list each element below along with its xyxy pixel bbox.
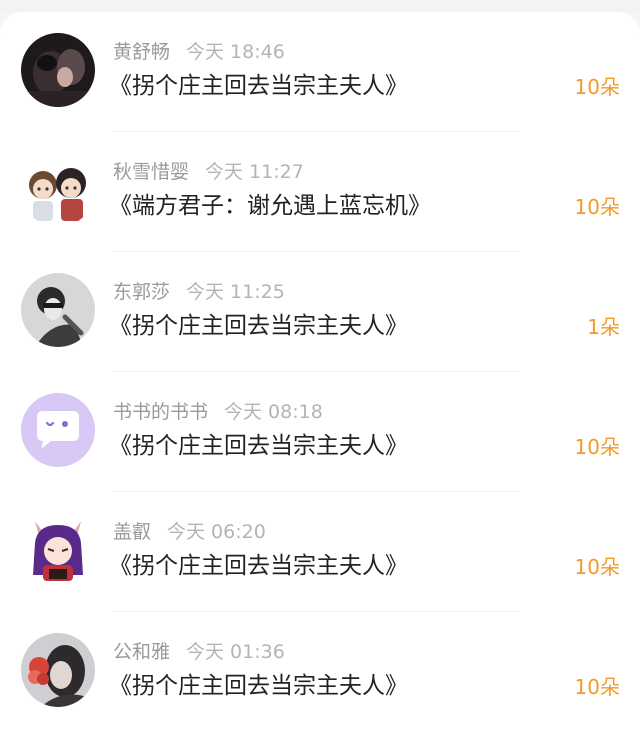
avatar[interactable] [21, 393, 95, 467]
book-title[interactable]: 《端方君子：谢允遇上蓝忘机》 [109, 191, 431, 221]
timestamp: 今天 11:25 [186, 281, 285, 303]
grayscale-portrait-avatar-icon [21, 273, 95, 347]
avatar[interactable] [21, 33, 95, 107]
gift-list: 黄舒畅 今天 18:46 《拐个庄主回去当宗主夫人》 10朵 秋雪惜婴 今天 11:… [0, 12, 640, 752]
sender-info: 盖叡 今天 06:20 [113, 520, 266, 544]
chat-bubble-avatar-icon [21, 393, 95, 467]
timestamp: 今天 06:20 [167, 521, 266, 543]
timestamp: 今天 18:46 [186, 41, 285, 63]
book-title[interactable]: 《拐个庄主回去当宗主夫人》 [109, 311, 408, 341]
sender-name[interactable]: 公和雅 [113, 641, 170, 663]
list-item[interactable]: 公和雅 今天 01:36 《拐个庄主回去当宗主夫人》 10朵 [0, 612, 640, 732]
book-title[interactable]: 《拐个庄主回去当宗主夫人》 [109, 431, 408, 461]
gift-amount: 10朵 [574, 195, 620, 219]
list-item[interactable]: 黄舒畅 今天 18:46 《拐个庄主回去当宗主夫人》 10朵 [0, 12, 640, 132]
sender-name[interactable]: 秋雪惜婴 [113, 161, 189, 183]
sender-info: 黄舒畅 今天 18:46 [113, 40, 285, 64]
sender-name[interactable]: 书书的书书 [113, 401, 208, 423]
flower-portrait-avatar-icon [21, 633, 95, 707]
book-title[interactable]: 《拐个庄主回去当宗主夫人》 [109, 671, 408, 701]
list-item[interactable]: 秋雪惜婴 今天 11:27 《端方君子：谢允遇上蓝忘机》 10朵 [0, 132, 640, 252]
gift-amount: 10朵 [574, 675, 620, 699]
timestamp: 今天 08:18 [224, 401, 323, 423]
gift-amount: 10朵 [574, 435, 620, 459]
timestamp: 今天 01:36 [186, 641, 285, 663]
timestamp: 今天 11:27 [205, 161, 304, 183]
book-title[interactable]: 《拐个庄主回去当宗主夫人》 [109, 71, 408, 101]
gift-amount: 10朵 [574, 75, 620, 99]
avatar[interactable] [21, 633, 95, 707]
chibi-couple-avatar-icon [21, 153, 95, 227]
sender-name[interactable]: 黄舒畅 [113, 41, 170, 63]
gift-amount: 10朵 [574, 555, 620, 579]
list-item[interactable]: 书书的书书 今天 08:18 《拐个庄主回去当宗主夫人》 10朵 [0, 372, 640, 492]
anime-girl-avatar-icon [21, 513, 95, 587]
gift-amount: 1朵 [587, 315, 620, 339]
top-strip [0, 0, 640, 12]
sender-info: 书书的书书 今天 08:18 [113, 400, 323, 424]
sender-name[interactable]: 盖叡 [113, 521, 151, 543]
list-item[interactable]: 东郭莎 今天 11:25 《拐个庄主回去当宗主夫人》 1朵 [0, 252, 640, 372]
sender-info: 秋雪惜婴 今天 11:27 [113, 160, 304, 184]
sender-name[interactable]: 东郭莎 [113, 281, 170, 303]
list-item[interactable]: 盖叡 今天 06:20 《拐个庄主回去当宗主夫人》 10朵 [0, 492, 640, 612]
avatar[interactable] [21, 153, 95, 227]
sender-info: 东郭莎 今天 11:25 [113, 280, 285, 304]
avatar[interactable] [21, 513, 95, 587]
book-title[interactable]: 《拐个庄主回去当宗主夫人》 [109, 551, 408, 581]
dark-portrait-avatar-icon [21, 33, 95, 107]
avatar[interactable] [21, 273, 95, 347]
sender-info: 公和雅 今天 01:36 [113, 640, 285, 664]
